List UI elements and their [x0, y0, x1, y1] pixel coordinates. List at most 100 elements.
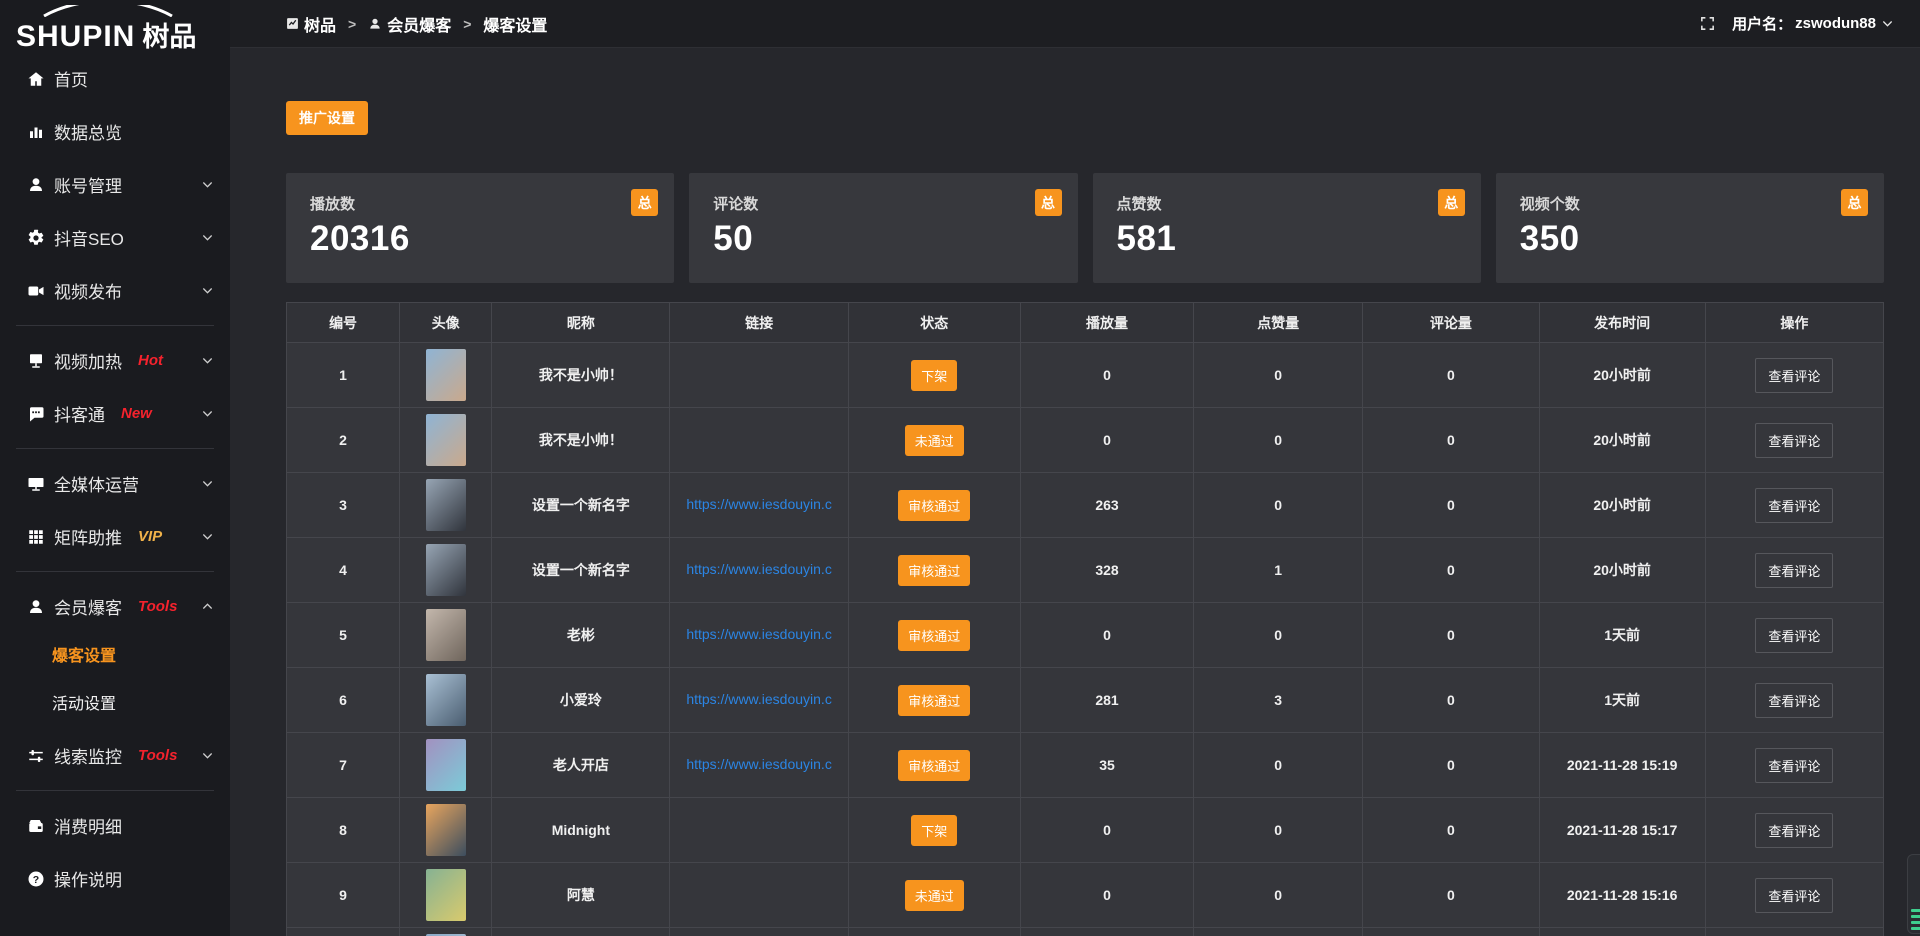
video-link[interactable]: https://www.iesdouyin.c	[686, 496, 832, 512]
cell-avatar	[400, 408, 492, 473]
sidebar-item-matrix-boost[interactable]: 矩阵助推VIP	[0, 510, 230, 563]
sidebar-item-video-publish[interactable]: 视频发布	[0, 264, 230, 317]
video-link[interactable]: https://www.iesdouyin.c	[686, 691, 832, 707]
video-icon	[26, 281, 46, 301]
username-value: zswodun88	[1795, 15, 1876, 32]
status-badge: 下架	[911, 815, 957, 846]
cell-comments: 0	[1363, 473, 1539, 538]
sidebar-item-label: 抖音SEO	[54, 225, 124, 250]
cell-comments: 0	[1363, 408, 1539, 473]
breadcrumb-item-member-baoke[interactable]: 会员爆客	[368, 12, 451, 36]
sidebar-menu: 首页数据总览账号管理抖音SEO 视频发布视频加热Hot抖客通New 全媒体运营矩阵助…	[0, 52, 230, 905]
sidebar-item-media-operation[interactable]: 全媒体运营	[0, 457, 230, 510]
cell-status: 审核通过	[848, 538, 1020, 603]
sidebar-item-home[interactable]: 首页	[0, 52, 230, 105]
cell-publish-time: 2021-11-28 15:16	[1539, 863, 1705, 928]
view-comments-button[interactable]: 查看评论	[1755, 813, 1833, 848]
stat-card-videos: 视频个数 总 350	[1496, 173, 1884, 283]
floating-widget[interactable]	[1907, 854, 1920, 934]
cell-id: 6	[287, 668, 400, 733]
view-comments-button[interactable]: 查看评论	[1755, 618, 1833, 653]
video-link[interactable]: https://www.iesdouyin.c	[686, 561, 832, 577]
fullscreen-icon[interactable]	[1699, 15, 1716, 32]
view-comments-button[interactable]: 查看评论	[1755, 683, 1833, 718]
video-link[interactable]: https://www.iesdouyin.c	[686, 626, 832, 642]
cell-id: 1	[287, 343, 400, 408]
column-header-status: 状态	[848, 303, 1020, 343]
cell-publish-time: 1天前	[1539, 668, 1705, 733]
sidebar-item-video-heat[interactable]: 视频加热Hot	[0, 334, 230, 387]
chevron-down-icon	[201, 407, 214, 420]
table-row	[287, 928, 1884, 936]
sidebar-item-label: 线索监控	[54, 743, 122, 768]
view-comments-button[interactable]: 查看评论	[1755, 488, 1833, 523]
cell-avatar	[400, 603, 492, 668]
cell-publish-time: 20小时前	[1539, 408, 1705, 473]
chat-icon	[26, 404, 46, 424]
videos-table: 编号头像昵称链接状态播放量点赞量评论量发布时间操作 1我不是小帅！下架00020…	[286, 302, 1884, 936]
sidebar-item-consume-detail[interactable]: 消费明细	[0, 799, 230, 852]
sidebar-item-douketong[interactable]: 抖客通New	[0, 387, 230, 440]
cell-actions: 查看评论	[1705, 408, 1883, 473]
cell-avatar	[400, 733, 492, 798]
view-comments-button[interactable]: 查看评论	[1755, 553, 1833, 588]
chevron-down-icon	[201, 178, 214, 191]
cell-status: 审核通过	[848, 473, 1020, 538]
avatar	[426, 609, 466, 661]
cell-status: 下架	[848, 798, 1020, 863]
sidebar-divider	[16, 790, 214, 791]
sidebar-item-label: 首页	[54, 66, 88, 91]
cell-nickname: 我不是小帅！	[492, 408, 670, 473]
stat-card-plays: 播放数 总 20316	[286, 173, 674, 283]
status-badge: 未通过	[905, 880, 964, 911]
sidebar-item-data-overview[interactable]: 数据总览	[0, 105, 230, 158]
view-comments-button[interactable]: 查看评论	[1755, 748, 1833, 783]
cell-nickname	[492, 928, 670, 936]
view-comments-button[interactable]: 查看评论	[1755, 358, 1833, 393]
chevron-down-icon	[201, 354, 214, 367]
grid-icon	[26, 527, 46, 547]
stat-card-value: 50	[713, 219, 1053, 259]
breadcrumb-item-shupin[interactable]: 树品	[286, 12, 336, 36]
sidebar-item-tag: Tools	[138, 598, 177, 615]
cell-likes: 0	[1194, 863, 1363, 928]
sidebar-subitem-activity-settings[interactable]: 活动设置	[0, 681, 230, 729]
sidebar-item-member-baoke[interactable]: 会员爆客Tools	[0, 580, 230, 633]
sidebar-item-label: 视频加热	[54, 348, 122, 373]
sidebar-item-operation-guide[interactable]: ?操作说明	[0, 852, 230, 905]
sidebar-item-clue-monitor[interactable]: 线索监控Tools	[0, 729, 230, 782]
avatar	[426, 479, 466, 531]
cell-status	[848, 928, 1020, 936]
app-square-icon	[286, 17, 299, 30]
stat-card-comments: 评论数 总 50	[689, 173, 1077, 283]
widget-bar	[1911, 915, 1920, 918]
user-menu[interactable]: 用户名： zswodun88	[1732, 13, 1894, 34]
sidebar: SHUPIN 树品 首页数据总览账号管理抖音SEO视频发布视频加热Hot抖客通N…	[0, 0, 230, 936]
topbar: 树品 > 会员爆客 > 爆客设置 用户名： zswodun88	[230, 0, 1920, 48]
topbar-right: 用户名： zswodun88	[1699, 13, 1894, 34]
sidebar-subitem-baoke-settings[interactable]: 爆客设置	[0, 633, 230, 681]
cell-link	[670, 798, 848, 863]
sidebar-divider	[16, 325, 214, 326]
view-comments-button[interactable]: 查看评论	[1755, 878, 1833, 913]
sidebar-item-account-management[interactable]: 账号管理	[0, 158, 230, 211]
promo-settings-button[interactable]: 推广设置	[286, 101, 368, 135]
cell-publish-time	[1539, 928, 1705, 936]
username-label: 用户名：	[1732, 13, 1792, 34]
column-header-link: 链接	[670, 303, 848, 343]
cell-link	[670, 863, 848, 928]
chevron-down-icon	[201, 284, 214, 297]
sidebar-item-douyin-seo[interactable]: 抖音SEO	[0, 211, 230, 264]
total-badge: 总	[1438, 189, 1465, 216]
stat-card-label: 播放数	[310, 196, 355, 213]
widget-bar	[1911, 927, 1920, 930]
table-row: 7老人开店https://www.iesdouyin.c审核通过35002021…	[287, 733, 1884, 798]
cell-nickname: 老人开店	[492, 733, 670, 798]
video-link[interactable]: https://www.iesdouyin.c	[686, 756, 832, 772]
table-row: 4设置一个新名字https://www.iesdouyin.c审核通过32810…	[287, 538, 1884, 603]
status-badge: 审核通过	[898, 555, 970, 586]
cell-comments	[1363, 928, 1539, 936]
view-comments-button[interactable]: 查看评论	[1755, 423, 1833, 458]
column-header-nickname: 昵称	[492, 303, 670, 343]
cell-publish-time: 20小时前	[1539, 473, 1705, 538]
